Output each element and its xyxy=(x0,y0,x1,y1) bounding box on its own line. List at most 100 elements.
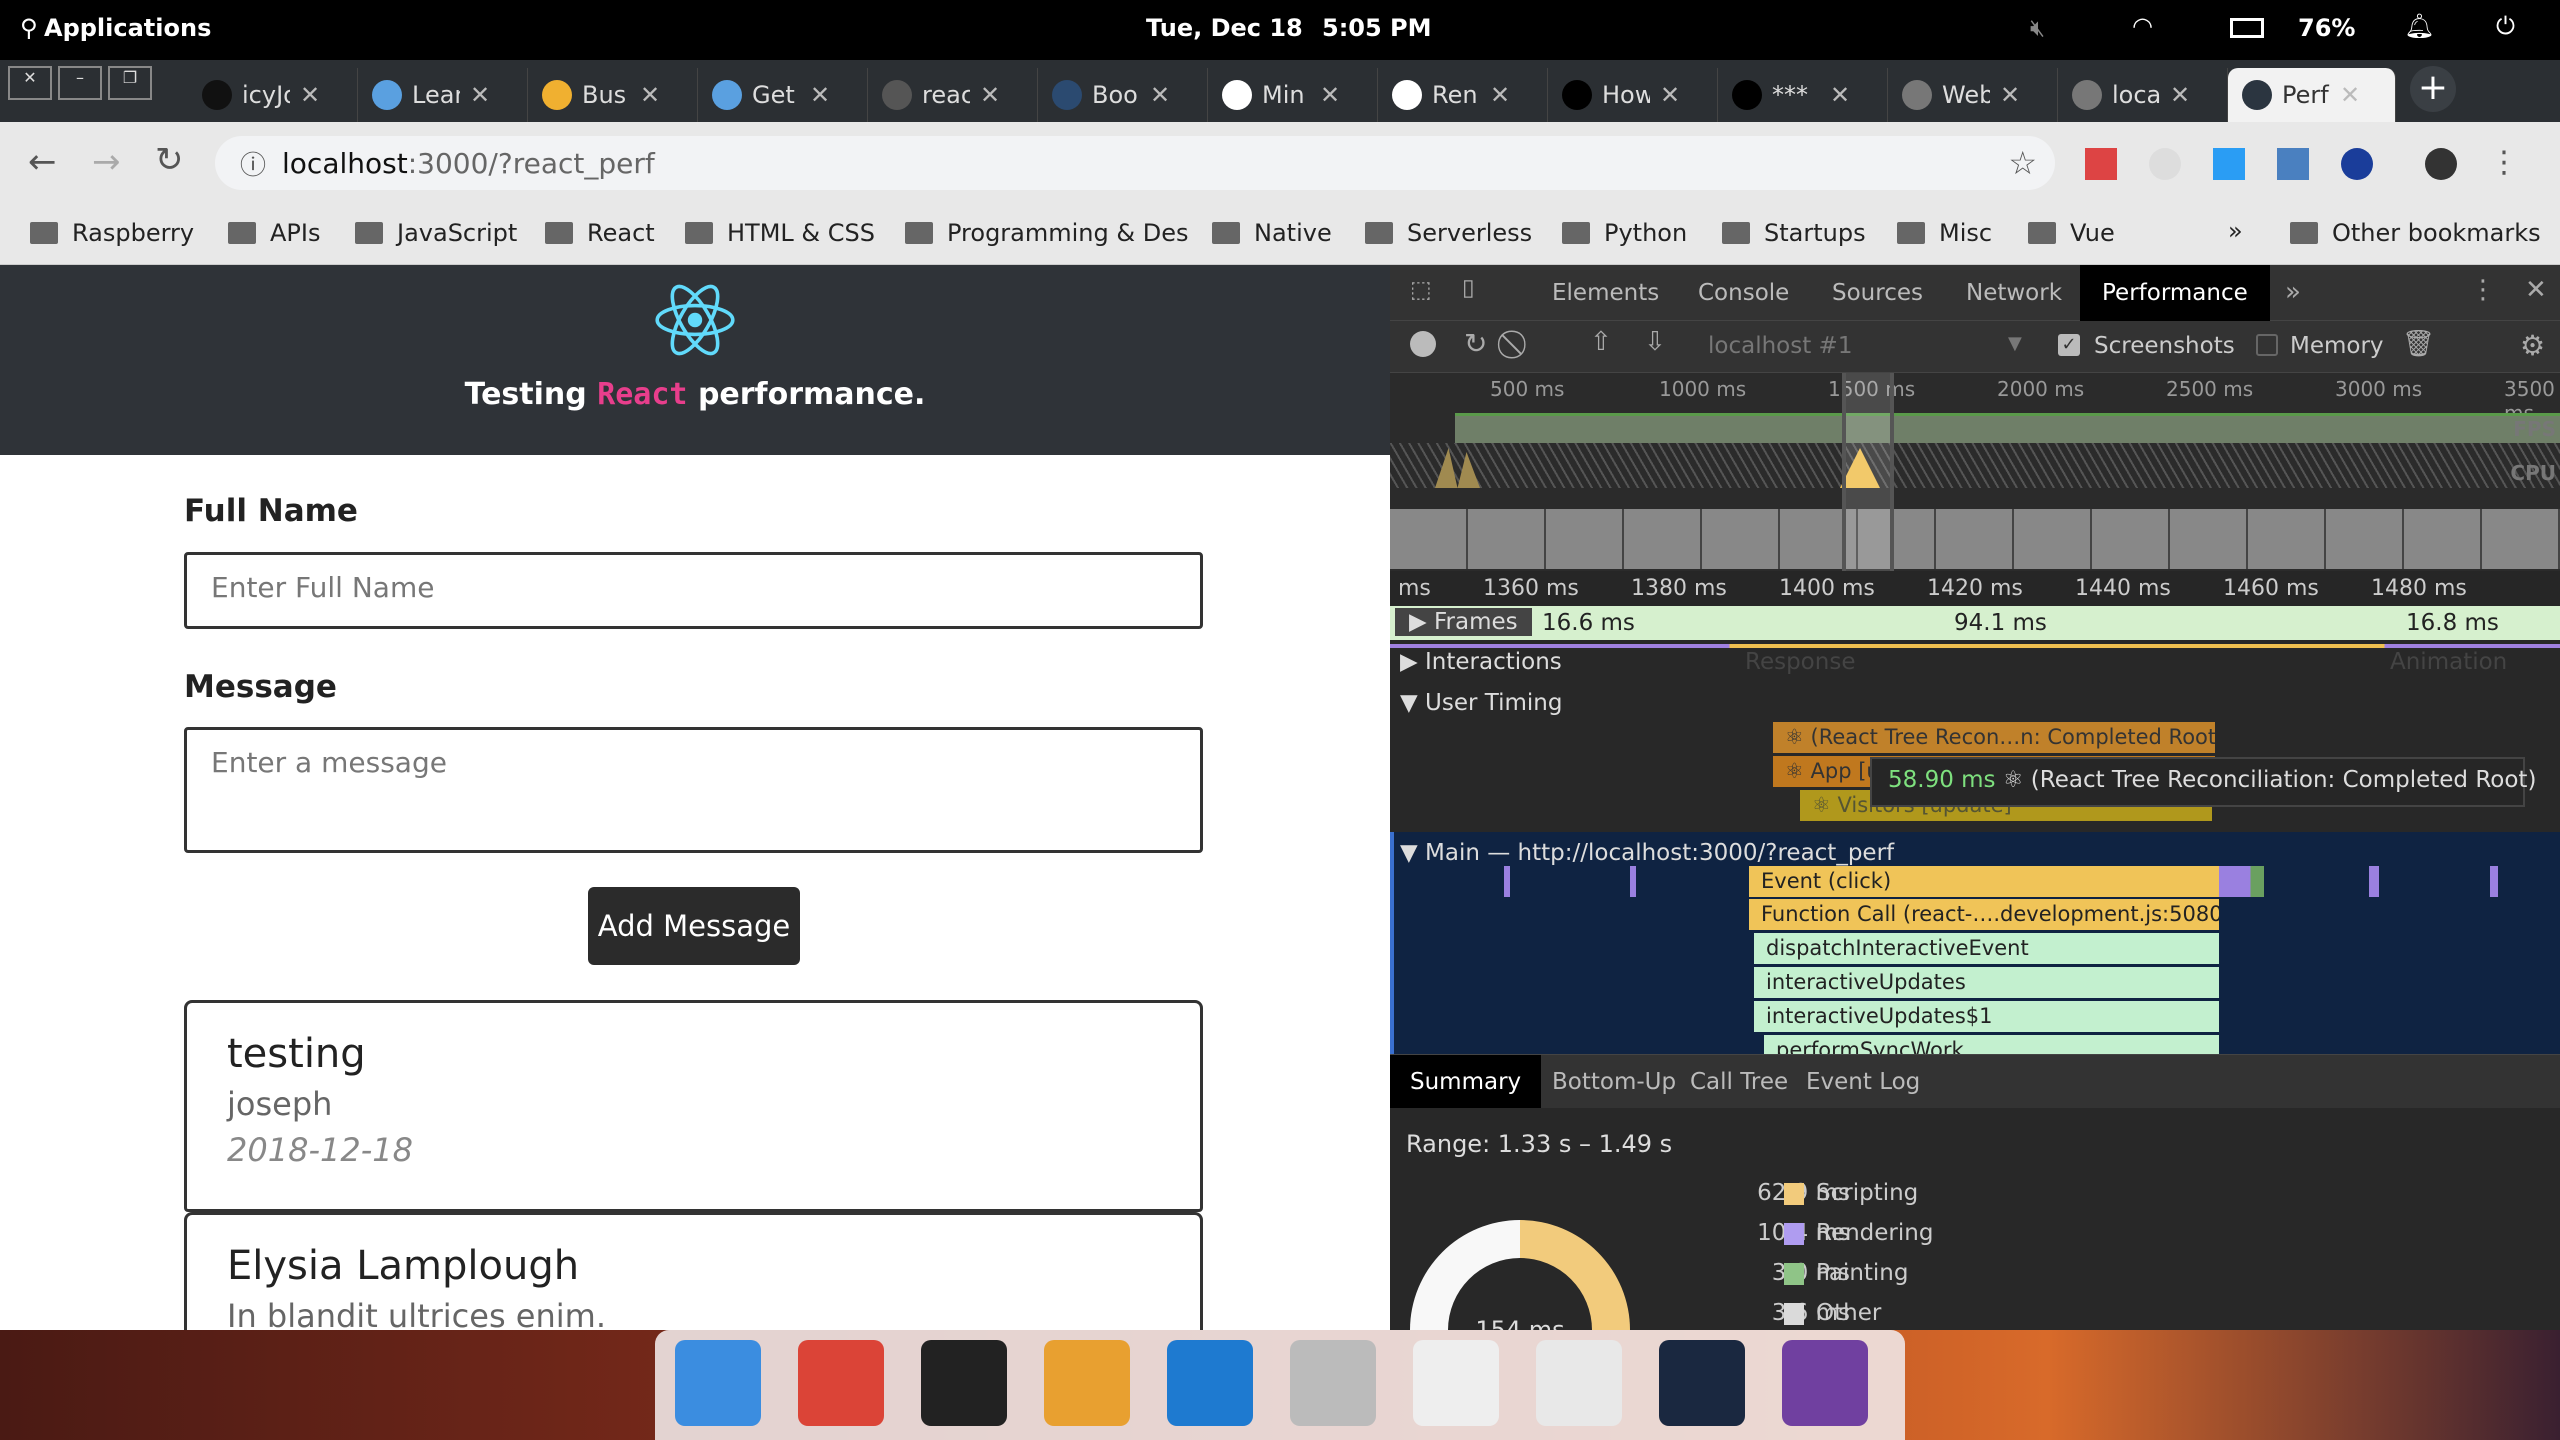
garbage-collect-icon[interactable]: 🗑︎ xyxy=(2402,329,2435,359)
user-timing-track-label[interactable]: ▼ User Timing xyxy=(1400,690,1562,716)
screenshots-checkbox[interactable]: ✓ xyxy=(2058,334,2080,356)
flame-task[interactable] xyxy=(1630,866,1636,897)
flame-task[interactable] xyxy=(2369,866,2379,897)
tab-9[interactable]: *** ✕ xyxy=(1718,68,1888,122)
profile-select[interactable]: localhost #1 xyxy=(1708,333,1852,359)
tab-elements[interactable]: Elements xyxy=(1530,265,1681,321)
tab-11[interactable]: local ✕ xyxy=(2058,68,2228,122)
files-icon[interactable] xyxy=(1290,1340,1376,1426)
upload-icon[interactable]: ⇧ xyxy=(1590,327,1612,357)
date[interactable]: Tue, Dec 18 xyxy=(1146,14,1303,42)
bookmark-raspberry[interactable]: Raspberry xyxy=(30,219,194,247)
flame-task[interactable] xyxy=(1504,866,1510,897)
tab-event-log[interactable]: Event Log xyxy=(1786,1055,1940,1109)
tab-close-icon[interactable]: ✕ xyxy=(470,81,490,109)
bookmark-html-css[interactable]: HTML & CSS xyxy=(685,219,875,247)
flame-dispatch-interactive-event[interactable]: dispatchInteractiveEvent xyxy=(1754,933,2219,964)
tab-console[interactable]: Console xyxy=(1676,265,1811,321)
slack-icon[interactable] xyxy=(1044,1340,1130,1426)
tab-8[interactable]: How ✕ xyxy=(1548,68,1718,122)
extension-icon[interactable] xyxy=(2085,148,2117,180)
search-icon[interactable]: ⚲ xyxy=(20,14,38,42)
volume-muted-icon[interactable]: 🔇︎ xyxy=(2030,14,2045,42)
frame-duration[interactable]: 16.8 ms xyxy=(2406,610,2499,636)
flame-function-call[interactable]: Function Call (react-….development.js:50… xyxy=(1749,899,2219,930)
tab-close-icon[interactable]: ✕ xyxy=(640,81,660,109)
applications-menu[interactable]: Applications xyxy=(44,14,211,42)
tab-5[interactable]: Book ✕ xyxy=(1038,68,1208,122)
devtools-menu-icon[interactable]: ⋮ xyxy=(2470,275,2496,305)
tab-network[interactable]: Network xyxy=(1944,265,2084,321)
more-bookmarks-chevron-icon[interactable]: » xyxy=(2228,217,2243,245)
vscode-icon[interactable] xyxy=(1167,1340,1253,1426)
extension-icon[interactable] xyxy=(2341,148,2373,180)
battery-icon[interactable] xyxy=(2230,18,2264,38)
flame-interactive-updates-1[interactable]: interactiveUpdates$1 xyxy=(1754,1001,2219,1032)
tab-close-icon[interactable]: ✕ xyxy=(810,81,830,109)
tab-close-icon[interactable]: ✕ xyxy=(2170,81,2190,109)
chevron-down-icon[interactable]: ▼ xyxy=(2008,333,2022,354)
back-icon[interactable]: ← xyxy=(28,142,57,182)
tab-0[interactable]: icyJoseph ✕ xyxy=(188,68,358,122)
frames-track[interactable]: ▶ Frames 16.6 ms 94.1 ms 16.8 ms xyxy=(1390,606,2560,640)
close-devtools-icon[interactable]: ✕ xyxy=(2525,275,2547,305)
wifi-icon[interactable]: ◠ xyxy=(2132,12,2153,40)
timeline-overview[interactable]: 500 ms 1000 ms 1500 ms 2000 ms 2500 ms 3000 m… xyxy=(1390,373,2560,571)
tab-12[interactable]: Perf ✕ xyxy=(2228,68,2396,122)
multitasking-view-icon[interactable] xyxy=(675,1340,761,1426)
tab-1[interactable]: Learn ✕ xyxy=(358,68,528,122)
add-message-button[interactable]: Add Message xyxy=(588,887,800,965)
address-bar[interactable]: ⓘ localhost:3000/?react_perf ☆ xyxy=(215,136,2055,190)
selection-window-handle[interactable] xyxy=(1842,373,1894,571)
tab-summary[interactable]: Summary xyxy=(1390,1055,1542,1109)
clock[interactable]: 5:05 PM xyxy=(1322,14,1432,42)
full-name-input[interactable]: Enter Full Name xyxy=(184,552,1203,629)
settings-gear-icon[interactable]: ⚙ xyxy=(2520,329,2545,362)
restore-icon[interactable]: ❐ xyxy=(108,66,152,100)
bookmark-javascript[interactable]: JavaScript xyxy=(355,219,517,247)
new-tab-button[interactable]: + xyxy=(2410,66,2456,112)
download-icon[interactable]: ⇩ xyxy=(1644,327,1666,357)
device-toolbar-icon[interactable]: ▯ xyxy=(1462,275,1475,301)
tab-performance[interactable]: Performance xyxy=(2080,265,2270,321)
reload-profile-icon[interactable]: ↻ xyxy=(1464,327,1487,360)
frame-duration[interactable]: 94.1 ms xyxy=(1954,610,2047,636)
tab-close-icon[interactable]: ✕ xyxy=(1660,81,1680,109)
notification-bell-icon[interactable]: 🔔︎ xyxy=(2404,12,2434,40)
power-icon[interactable]: ⏻ xyxy=(2496,12,2515,40)
interactions-track-label[interactable]: ▶ Interactions xyxy=(1400,649,1562,675)
tab-close-icon[interactable]: ✕ xyxy=(1320,81,1340,109)
inspect-element-icon[interactable]: ⬚ xyxy=(1410,277,1432,303)
tab-close-icon[interactable]: ✕ xyxy=(2000,81,2020,109)
extension-icon[interactable] xyxy=(2277,148,2309,180)
bookmark-apis[interactable]: APIs xyxy=(228,219,320,247)
record-button[interactable] xyxy=(1410,331,1436,357)
bookmark-vue[interactable]: Vue xyxy=(2028,219,2115,247)
reload-icon[interactable]: ↻ xyxy=(155,140,184,180)
forward-icon[interactable]: → xyxy=(92,142,121,182)
bookmark-serverless[interactable]: Serverless xyxy=(1365,219,1532,247)
profile-avatar[interactable] xyxy=(2425,148,2457,180)
tab-close-icon[interactable]: ✕ xyxy=(1830,81,1850,109)
tab-close-icon[interactable]: ✕ xyxy=(2340,81,2360,109)
tab-sources[interactable]: Sources xyxy=(1810,265,1945,321)
tab-close-icon[interactable]: ✕ xyxy=(980,81,1000,109)
tab-4[interactable]: react ✕ xyxy=(868,68,1038,122)
frames-label[interactable]: ▶ Frames xyxy=(1395,608,1532,636)
system-monitor-icon[interactable] xyxy=(1659,1340,1745,1426)
tab-close-icon[interactable]: ✕ xyxy=(300,81,320,109)
memory-checkbox[interactable] xyxy=(2256,334,2278,356)
bookmark-python[interactable]: Python xyxy=(1562,219,1687,247)
bookmark-misc[interactable]: Misc xyxy=(1897,219,1992,247)
tab-close-icon[interactable]: ✕ xyxy=(1150,81,1170,109)
flame-event-click[interactable]: Event (click) xyxy=(1749,866,2219,897)
timing-react-tree-reconciliation[interactable]: ⚛ (React Tree Recon…n: Completed Root) xyxy=(1773,722,2215,753)
minimize-icon[interactable]: – xyxy=(58,66,102,100)
settings-icon[interactable] xyxy=(1536,1340,1622,1426)
message-textarea[interactable]: Enter a message xyxy=(184,727,1203,853)
tab-7[interactable]: Ren ✕ xyxy=(1378,68,1548,122)
bookmark-react[interactable]: React xyxy=(545,219,655,247)
chrome-icon[interactable] xyxy=(798,1340,884,1426)
extension-icon[interactable] xyxy=(2213,148,2245,180)
info-icon[interactable]: ⓘ xyxy=(240,145,266,182)
